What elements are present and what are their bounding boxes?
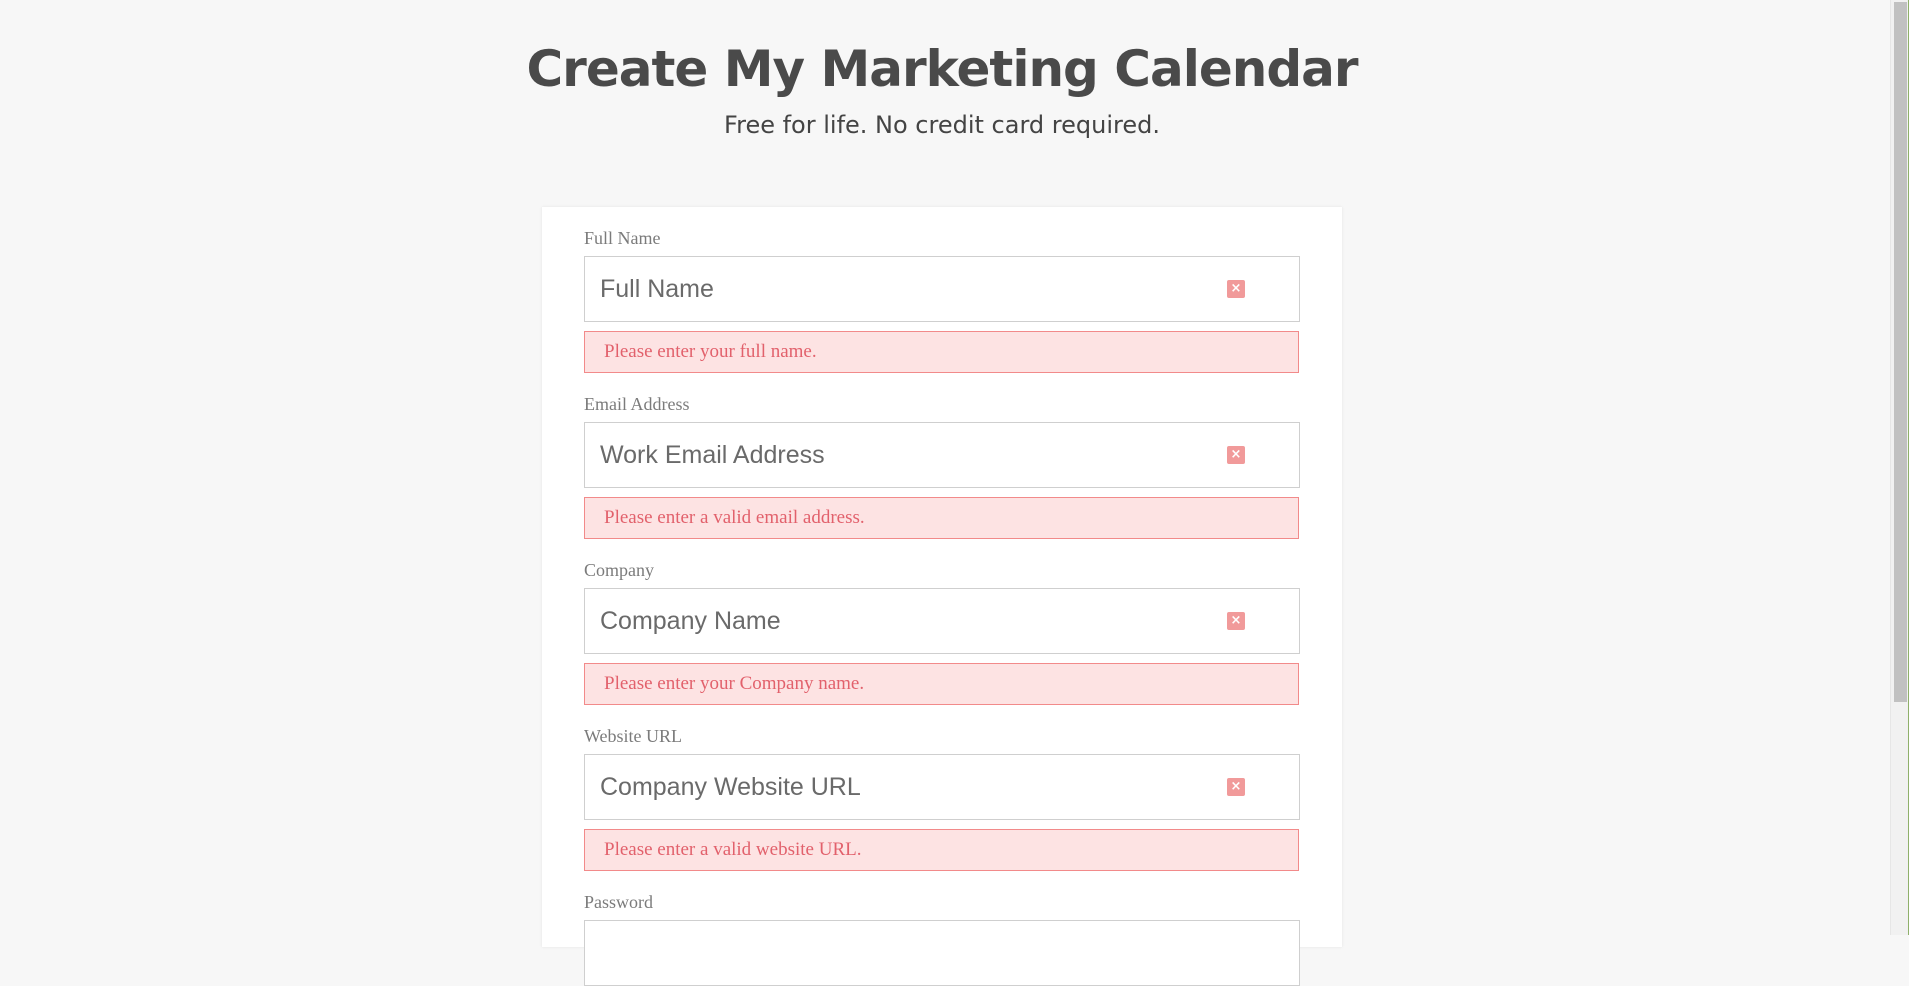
email-error-message: Please enter a valid email address. bbox=[584, 497, 1299, 539]
website-input[interactable] bbox=[585, 755, 1240, 819]
page-header: Create My Marketing Calendar Free for li… bbox=[0, 32, 1884, 140]
website-field-group: Website URL × Please enter a valid websi… bbox=[584, 726, 1300, 871]
full-name-clear-icon[interactable]: × bbox=[1227, 280, 1245, 298]
company-input-box[interactable]: × bbox=[584, 588, 1300, 654]
page-subtitle: Free for life. No credit card required. bbox=[724, 111, 1160, 139]
scrollbar-thumb[interactable] bbox=[1894, 2, 1907, 702]
full-name-error-message: Please enter your full name. bbox=[584, 331, 1299, 373]
password-field-group: Password bbox=[584, 892, 1300, 986]
email-label: Email Address bbox=[584, 394, 690, 414]
full-name-field-group: Full Name × Please enter your full name. bbox=[584, 228, 1300, 373]
company-clear-icon[interactable]: × bbox=[1227, 612, 1245, 630]
full-name-input-box[interactable]: × bbox=[584, 256, 1300, 322]
email-clear-icon[interactable]: × bbox=[1227, 446, 1245, 464]
full-name-label: Full Name bbox=[584, 228, 661, 248]
company-label: Company bbox=[584, 560, 654, 580]
signup-page: Create My Marketing Calendar Free for li… bbox=[0, 0, 1890, 986]
company-error-message: Please enter your Company name. bbox=[584, 663, 1299, 705]
password-input-box[interactable] bbox=[584, 920, 1300, 986]
signup-form-card: Full Name × Please enter your full name.… bbox=[542, 207, 1342, 986]
website-input-box[interactable]: × bbox=[584, 754, 1300, 820]
company-input[interactable] bbox=[585, 589, 1240, 653]
password-label: Password bbox=[584, 892, 654, 912]
website-label: Website URL bbox=[584, 726, 683, 746]
email-input-box[interactable]: × bbox=[584, 422, 1300, 488]
website-error-message: Please enter a valid website URL. bbox=[584, 829, 1299, 871]
password-input[interactable] bbox=[585, 921, 1240, 985]
page-title: Create My Marketing Calendar bbox=[526, 40, 1358, 98]
website-clear-icon[interactable]: × bbox=[1227, 778, 1245, 796]
page-scrollbar[interactable] bbox=[1890, 0, 1909, 935]
company-field-group: Company × Please enter your Company name… bbox=[584, 560, 1300, 705]
full-name-input[interactable] bbox=[585, 257, 1240, 321]
email-field-group: Email Address × Please enter a valid ema… bbox=[584, 394, 1300, 539]
email-input[interactable] bbox=[585, 423, 1240, 487]
